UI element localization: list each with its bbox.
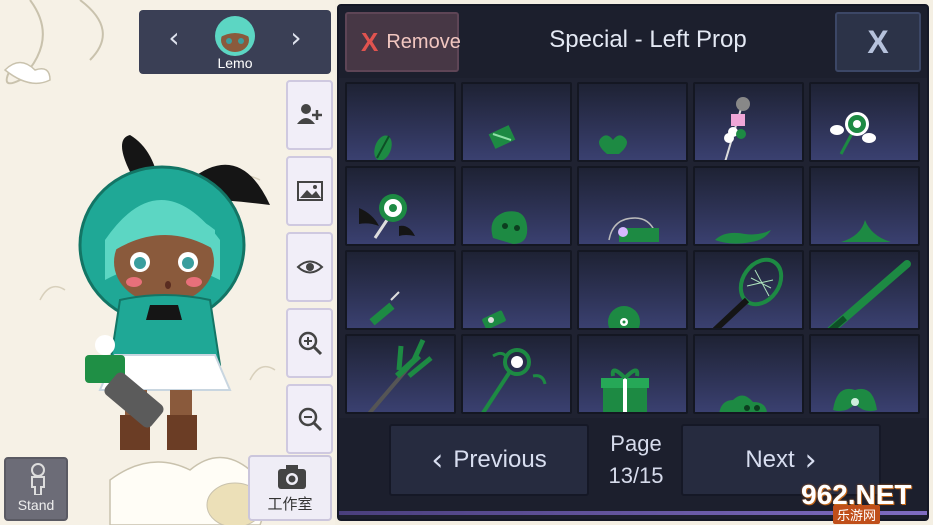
prop-cell[interactable] [461,82,572,162]
green-syringe-prop-icon [369,291,400,326]
camera-icon [278,465,306,489]
trident-prop-icon [367,338,433,412]
image-icon [296,181,323,201]
green-leaf-prop-icon [374,135,392,160]
prop-cell[interactable] [345,82,456,162]
green-disc-prop-icon [608,306,640,328]
bat-lollipop-prop-icon [359,194,415,239]
close-icon: X [867,23,889,60]
prop-cell[interactable] [461,166,572,246]
green-lizard-prop-icon [715,230,771,244]
prop-cell[interactable] [809,82,920,162]
page-label: Page [610,431,662,456]
green-phone-prop-icon [482,310,506,328]
previous-button[interactable]: ‹ Previous [389,424,589,496]
chevron-left-icon[interactable]: ‹ [159,24,189,52]
remove-button[interactable]: X Remove [345,12,461,72]
prop-cell[interactable] [693,250,804,330]
prop-cell[interactable] [809,166,920,246]
remove-x-icon: X [361,26,379,57]
prop-cell[interactable] [345,334,456,414]
baseball-bat-prop-icon [827,260,911,328]
studio-button[interactable]: 工作室 [248,455,332,521]
panel-title: Special - Left Prop [549,26,747,53]
zoom-out-button[interactable] [286,384,333,454]
remove-label: Remove [386,30,461,53]
zoom-in-icon [298,331,322,356]
chevron-left-icon: ‹ [431,442,444,478]
eye-icon [296,260,323,274]
green-box-prop-icon [488,125,516,149]
add-character-button[interactable] [286,80,333,150]
prop-cell[interactable] [577,334,688,414]
green-mask-prop-icon [491,211,528,244]
prop-cell[interactable] [461,334,572,414]
prop-cell[interactable] [693,82,804,162]
prop-cell[interactable] [577,250,688,330]
stand-button[interactable]: Stand [4,457,68,521]
gift-box-prop-icon [601,368,649,412]
page-indicator: Page 13/15 [591,428,681,492]
visibility-button[interactable] [286,232,333,302]
cat-skewer-prop-icon [724,97,750,160]
prop-cell[interactable] [577,166,688,246]
scrollbar[interactable] [339,511,927,515]
character-figure[interactable] [70,130,285,455]
prop-cell[interactable] [693,334,804,414]
character-name: Lemo [217,55,253,71]
green-heart-prop-icon [599,135,627,154]
zoom-out-icon [298,407,322,432]
prop-cell[interactable] [461,250,572,330]
green-bow-prop-icon [833,388,877,412]
chevron-right-icon: › [804,442,817,478]
character-avatar[interactable] [211,14,259,58]
background-button[interactable] [286,156,333,226]
chevron-right-icon[interactable]: › [281,24,311,52]
next-label: Next [745,446,795,473]
next-button[interactable]: Next › [681,424,881,496]
magic-wand-prop-icon [481,348,547,412]
zoom-in-button[interactable] [286,308,333,378]
studio-label: 工作室 [267,495,313,513]
prop-cell[interactable] [577,82,688,162]
close-button[interactable]: X [835,12,921,72]
green-slime-prop-icon [719,395,767,412]
tennis-racket-prop-icon [712,257,784,328]
panel-footer: ‹ Previous Page 13/15 Next › [339,418,927,519]
winged-lollipop-prop-icon [830,112,876,155]
prop-selection-panel: X Remove Special - Left Prop X ‹ Previou… [337,4,929,521]
page-value: 13/15 [608,463,664,488]
panel-header: X Remove Special - Left Prop X [339,6,927,78]
character-scene: ‹ › Lemo Stand 工作室 [0,0,335,525]
prop-cell[interactable] [345,166,456,246]
stand-figure-icon [31,463,45,495]
stand-label: Stand [17,497,55,513]
prop-cell[interactable] [345,250,456,330]
character-selector: ‹ › Lemo [139,10,331,74]
prop-cell[interactable] [809,334,920,414]
green-fin-prop-icon [841,220,891,242]
add-person-icon [296,104,322,124]
prop-grid [345,82,923,415]
previous-label: Previous [453,446,547,473]
prop-cell[interactable] [809,250,920,330]
flower-purse-prop-icon [608,217,659,242]
prop-cell[interactable] [693,166,804,246]
